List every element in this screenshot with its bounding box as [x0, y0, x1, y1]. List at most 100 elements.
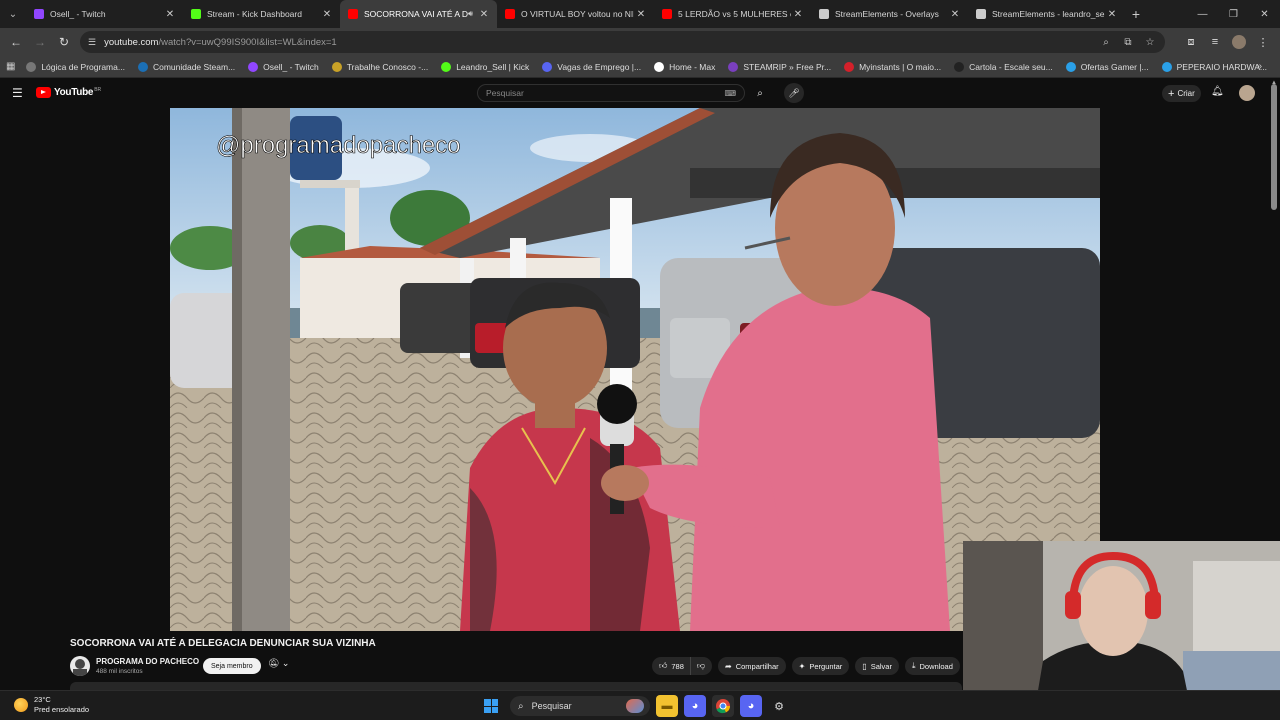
- tab-close-icon[interactable]: ✕: [320, 9, 334, 20]
- browser-tab[interactable]: StreamElements - Overlays ✕: [811, 0, 968, 28]
- zoom-icon[interactable]: ⌕: [1097, 37, 1115, 48]
- bookmark-item[interactable]: Vagas de Emprego |...: [542, 61, 641, 72]
- taskbar-search[interactable]: ⌕ Pesquisar: [510, 696, 650, 716]
- tab-close-icon[interactable]: ✕: [477, 9, 491, 20]
- share-arrow-icon: ➦: [725, 661, 732, 671]
- steam-icon[interactable]: ⚙: [768, 695, 790, 717]
- browser-tab[interactable]: Osell_ - Twitch ✕: [26, 0, 183, 28]
- youtube-logo[interactable]: YouTube BR: [36, 87, 101, 98]
- bookmark-item[interactable]: Trabalhe Conosco -...: [331, 61, 428, 72]
- tab-label: O VIRTUAL BOY voltou no NIN: [521, 9, 634, 19]
- bookmark-star-icon[interactable]: ☆: [1141, 37, 1159, 48]
- bookmark-favicon-icon: [844, 61, 855, 72]
- bookmark-item[interactable]: Lógica de Programa...: [26, 61, 125, 72]
- browser-tab[interactable]: SOCORRONA VAI ATÉ A DE 🔊︎ ✕: [340, 0, 497, 28]
- start-menu-icon[interactable]: [482, 697, 500, 715]
- address-bar: ← → ↻ ☰ youtube.com/watch?v=uwQ99IS900I&…: [0, 28, 1280, 56]
- minimize-icon[interactable]: —: [1187, 0, 1218, 28]
- browser-tab[interactable]: Stream - Kick Dashboard ✕: [183, 0, 340, 28]
- tab-search-chevron-icon[interactable]: ⌄: [0, 0, 26, 28]
- save-label: Salvar: [870, 661, 892, 671]
- channel-name[interactable]: PROGRAMA DO PACHECO: [96, 657, 199, 666]
- subscription-bell-icon[interactable]: 🔕︎ ⌄: [268, 658, 289, 669]
- tab-close-icon[interactable]: ✕: [1105, 9, 1119, 20]
- account-avatar[interactable]: [1239, 85, 1255, 101]
- download-button[interactable]: ⤓ Download: [904, 657, 960, 675]
- new-tab-button[interactable]: +: [1125, 6, 1147, 22]
- tab-label: StreamElements - leandro_sell: [992, 9, 1105, 19]
- chrome-icon[interactable]: [712, 695, 734, 717]
- discord-icon[interactable]: ◕: [684, 695, 706, 717]
- bookmark-item[interactable]: Myinstants | O maio...: [844, 61, 941, 72]
- notifications-bell-icon[interactable]: 🔔︎: [1211, 86, 1224, 97]
- close-window-icon[interactable]: ✕: [1249, 0, 1280, 28]
- page-scrollbar[interactable]: [1271, 84, 1277, 210]
- tab-favicon-icon: [662, 9, 672, 19]
- bookmark-item[interactable]: Comunidade Steam...: [137, 61, 235, 72]
- file-explorer-icon[interactable]: ▬: [656, 695, 678, 717]
- join-button[interactable]: Seja membro: [203, 658, 261, 674]
- tab-close-icon[interactable]: ✕: [791, 9, 805, 20]
- apps-grid-icon[interactable]: ▦: [6, 61, 20, 72]
- forward-icon[interactable]: →: [28, 30, 52, 54]
- dislike-button[interactable]: 👎︎: [689, 657, 713, 675]
- description-box[interactable]: [70, 682, 962, 690]
- reload-icon[interactable]: ↻: [52, 30, 76, 54]
- bookmark-favicon-icon: [728, 61, 739, 72]
- bookmark-label: Home - Max: [669, 61, 716, 72]
- like-button[interactable]: 👍︎ 788: [652, 657, 690, 675]
- browser-tab[interactable]: StreamElements - leandro_sell ✕: [968, 0, 1125, 28]
- bookmark-item[interactable]: Cartola - Escale seu...: [954, 61, 1053, 72]
- site-info-icon[interactable]: ☰: [88, 37, 96, 48]
- chrome-menu-icon[interactable]: ⋮: [1252, 31, 1274, 53]
- media-controls-icon[interactable]: ≡: [1204, 31, 1226, 53]
- bookmarks-overflow-icon[interactable]: »: [1256, 61, 1262, 72]
- url-text[interactable]: youtube.com/watch?v=uwQ99IS900I&list=WL&…: [104, 37, 1097, 48]
- bookmark-item[interactable]: Ofertas Gamer |...: [1065, 61, 1149, 72]
- bookmark-item[interactable]: Leandro_Sell | Kick: [441, 61, 529, 72]
- install-app-icon[interactable]: ⧉: [1119, 37, 1137, 48]
- restore-icon[interactable]: ❐: [1218, 0, 1249, 28]
- video-actions: 👍︎ 788 👎︎ ➦ Compartilhar ✦ Perguntar ▯ Salva…: [652, 657, 960, 675]
- browser-tab[interactable]: O VIRTUAL BOY voltou no NIN ✕: [497, 0, 654, 28]
- tab-close-icon[interactable]: ✕: [948, 9, 962, 20]
- tab-audio-icon[interactable]: 🔊︎: [468, 9, 473, 19]
- bookmark-favicon-icon: [1065, 61, 1076, 72]
- profile-avatar[interactable]: [1232, 35, 1246, 49]
- bookmark-favicon-icon: [441, 61, 452, 72]
- share-button[interactable]: ➦ Compartilhar: [718, 657, 786, 675]
- bookmark-item[interactable]: Home - Max: [654, 61, 716, 72]
- tab-label: Stream - Kick Dashboard: [207, 9, 302, 19]
- discord-icon-2[interactable]: ◕: [740, 695, 762, 717]
- bookmark-label: STEAMRIP » Free Pr...: [743, 61, 832, 72]
- ask-button[interactable]: ✦ Perguntar: [791, 657, 850, 675]
- region-code: BR: [94, 87, 102, 93]
- tab-favicon-icon: [976, 9, 986, 19]
- bookmark-item[interactable]: PEPERAIO HARDWA...: [1161, 61, 1267, 72]
- create-button[interactable]: + Criar: [1162, 85, 1201, 102]
- keyboard-icon[interactable]: ⌨: [724, 89, 736, 98]
- search-icon[interactable]: ⌕: [750, 84, 770, 102]
- microphone-icon[interactable]: 🎤︎: [784, 83, 804, 103]
- bookmarks-bar: ▦ Lógica de Programa... Comunidade Steam.…: [0, 56, 1280, 78]
- browser-tab[interactable]: 5 LERDÃO vs 5 MULHERES ep. ✕: [654, 0, 811, 28]
- omnibox[interactable]: ☰ youtube.com/watch?v=uwQ99IS900I&list=W…: [80, 31, 1165, 53]
- tab-close-icon[interactable]: ✕: [163, 9, 177, 20]
- thumbs-up-icon: 👍︎: [659, 661, 668, 670]
- bookmark-icon: ▯: [862, 661, 867, 671]
- bookmark-favicon-icon: [954, 61, 965, 72]
- save-button[interactable]: ▯ Salvar: [855, 657, 899, 675]
- hamburger-menu-icon[interactable]: ☰: [12, 86, 23, 100]
- extensions-icon[interactable]: ⧈: [1180, 31, 1202, 53]
- back-icon[interactable]: ←: [4, 30, 28, 54]
- tab-label: SOCORRONA VAI ATÉ A DE: [364, 9, 468, 19]
- channel-avatar[interactable]: [70, 656, 90, 676]
- video-frame: @programadopacheco: [170, 108, 1100, 631]
- tab-close-icon[interactable]: ✕: [634, 9, 648, 20]
- bookmark-item[interactable]: STEAMRIP » Free Pr...: [728, 61, 832, 72]
- search-input[interactable]: [486, 88, 725, 98]
- video-player[interactable]: @programadopacheco: [170, 108, 1100, 631]
- bookmark-item[interactable]: Osell_ - Twitch: [248, 61, 319, 72]
- tab-favicon-icon: [34, 9, 44, 19]
- weather-widget[interactable]: 23°C Pred ensolarado: [14, 695, 89, 715]
